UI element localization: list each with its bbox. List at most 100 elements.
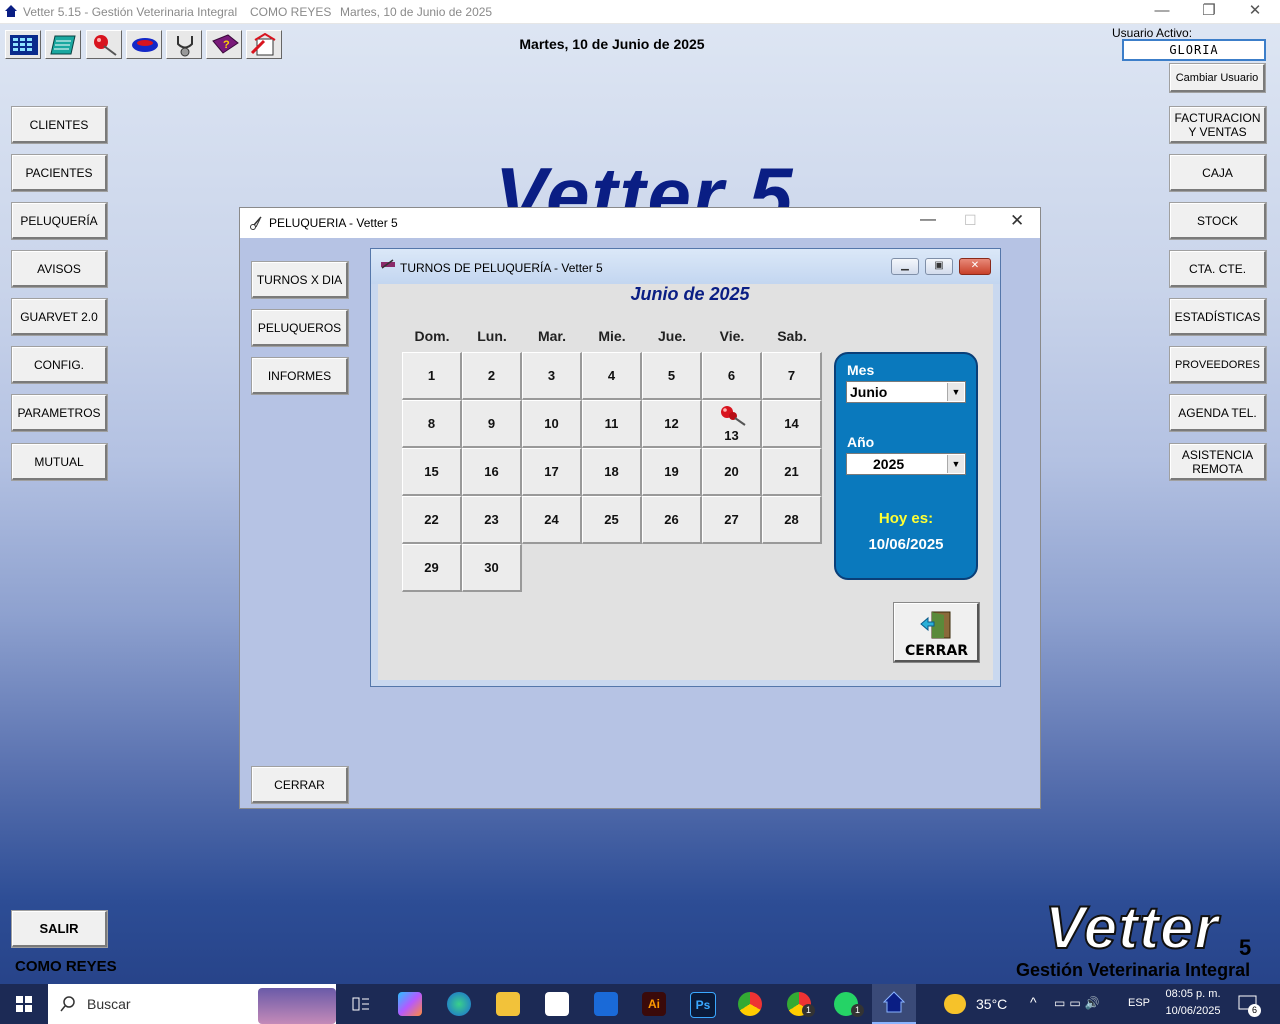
calendar-day-cell[interactable]: 24 xyxy=(522,496,582,544)
peluqueria-button[interactable]: PELUQUERÍA xyxy=(12,203,107,239)
minimize-icon[interactable]: — xyxy=(1139,0,1185,23)
calendar-day-cell[interactable]: 27 xyxy=(702,496,762,544)
calendar-day-cell[interactable]: 7 xyxy=(762,352,822,400)
mutual-button[interactable]: MUTUAL xyxy=(12,444,107,480)
facturacion-button[interactable]: FACTURACION Y VENTAS xyxy=(1170,107,1266,143)
calendar-day-cell[interactable]: 20 xyxy=(702,448,762,496)
anio-select[interactable]: 2025 ▼ xyxy=(846,453,966,475)
calendar-day-number: 21 xyxy=(784,464,799,479)
minimize-icon[interactable]: ▁ xyxy=(891,258,919,275)
clientes-button[interactable]: CLIENTES xyxy=(12,107,107,143)
turnos-x-dia-button[interactable]: TURNOS X DIA xyxy=(252,262,348,298)
exit-toolbar-button[interactable] xyxy=(246,30,282,59)
outlook-icon[interactable] xyxy=(594,992,618,1016)
photoshop-icon[interactable]: Ps xyxy=(690,992,716,1018)
cta-cte-button[interactable]: CTA. CTE. xyxy=(1170,251,1266,287)
edge-icon[interactable] xyxy=(447,992,471,1016)
calendar-day-cell[interactable]: 2 xyxy=(462,352,522,400)
peluqueros-button[interactable]: PELUQUEROS xyxy=(252,310,348,346)
chevron-down-icon[interactable]: ▼ xyxy=(947,383,964,401)
calendar-day-cell[interactable]: 16 xyxy=(462,448,522,496)
calendar-day-number: 29 xyxy=(424,560,439,575)
calendar-day-cell[interactable]: 17 xyxy=(522,448,582,496)
calendar-day-cell[interactable]: 12 xyxy=(642,400,702,448)
calendar-day-cell[interactable]: 14 xyxy=(762,400,822,448)
restore-icon[interactable]: ▣ xyxy=(925,258,953,275)
calendar-day-cell[interactable]: 1 xyxy=(402,352,462,400)
clock-date[interactable]: 10/06/2025 xyxy=(1160,1005,1226,1017)
file-explorer-icon[interactable] xyxy=(496,992,520,1016)
illustrator-icon[interactable]: Ai xyxy=(642,992,666,1016)
copilot-icon[interactable] xyxy=(398,992,422,1016)
close-icon[interactable]: ✕ xyxy=(959,258,991,275)
close-icon[interactable]: ✕ xyxy=(1232,0,1278,23)
salir-button[interactable]: SALIR xyxy=(12,911,107,947)
task-view-icon[interactable] xyxy=(352,996,370,1012)
help-book-toolbar-button[interactable]: ? xyxy=(206,30,242,59)
estadisticas-button[interactable]: ESTADÍSTICAS xyxy=(1170,299,1266,335)
calendar-day-cell[interactable]: 29 xyxy=(402,544,462,592)
avisos-button[interactable]: AVISOS xyxy=(12,251,107,287)
language-indicator[interactable]: ESP xyxy=(1128,997,1150,1009)
pacientes-button[interactable]: PACIENTES xyxy=(12,155,107,191)
calendar-day-number: 9 xyxy=(487,416,496,431)
calendar-day-cell[interactable]: 3 xyxy=(522,352,582,400)
store-icon[interactable] xyxy=(545,992,569,1016)
stethoscope-toolbar-button[interactable] xyxy=(166,30,202,59)
turnos-close-button[interactable]: CERRAR xyxy=(894,603,979,662)
calendar-day-cell[interactable]: 23 xyxy=(462,496,522,544)
change-user-button[interactable]: Cambiar Usuario xyxy=(1170,64,1265,92)
calendar-day-cell[interactable]: 28 xyxy=(762,496,822,544)
titlebar-branch: COMO REYES xyxy=(250,5,332,19)
chevron-down-icon[interactable]: ▼ xyxy=(947,455,964,473)
calculator-toolbar-button[interactable] xyxy=(5,30,41,59)
calendar-day-cell[interactable]: 18 xyxy=(582,448,642,496)
weekday-header: Sab. xyxy=(777,328,807,344)
notes-toolbar-button[interactable] xyxy=(45,30,81,59)
windows-start-icon[interactable] xyxy=(16,996,32,1012)
calendar-day-cell[interactable]: 19 xyxy=(642,448,702,496)
vetter-taskbar-button[interactable] xyxy=(872,984,916,1024)
peluqueria-close-button[interactable]: CERRAR xyxy=(252,767,348,803)
calendar-day-cell[interactable]: 11 xyxy=(582,400,642,448)
calendar-day-cell[interactable]: 6 xyxy=(702,352,762,400)
minimize-icon[interactable]: — xyxy=(920,211,936,229)
guarvet-button[interactable]: GUARVET 2.0 xyxy=(12,299,107,335)
calendar-day-cell[interactable]: 30 xyxy=(462,544,522,592)
asistencia-remota-button[interactable]: ASISTENCIA REMOTA xyxy=(1170,444,1266,480)
informes-button[interactable]: INFORMES xyxy=(252,358,348,394)
calendar-day-cell[interactable]: 21 xyxy=(762,448,822,496)
pet-bowl-toolbar-button[interactable] xyxy=(126,30,162,59)
calendar-day-cell[interactable]: 15 xyxy=(402,448,462,496)
hoy-value: 10/06/2025 xyxy=(868,536,944,553)
clock-time[interactable]: 08:05 p. m. xyxy=(1160,988,1226,1000)
taskbar-search-box[interactable]: Buscar xyxy=(48,984,336,1024)
calendar-day-cell[interactable]: 4 xyxy=(582,352,642,400)
proveedores-button[interactable]: PROVEEDORES xyxy=(1170,347,1266,383)
system-tray-icons[interactable]: ▭▭🔊 xyxy=(1054,996,1104,1010)
close-icon[interactable]: ✕ xyxy=(1010,211,1024,231)
agenda-tel-button[interactable]: AGENDA TEL. xyxy=(1170,395,1266,431)
calendar-day-number: 22 xyxy=(424,512,439,527)
calendar-day-cell[interactable]: 9 xyxy=(462,400,522,448)
restore-icon[interactable]: ❐ xyxy=(1186,0,1232,23)
config-button[interactable]: CONFIG. xyxy=(12,347,107,383)
weather-temp[interactable]: 35°C xyxy=(976,996,1007,1012)
calendar-day-cell[interactable]: 25 xyxy=(582,496,642,544)
stock-button[interactable]: STOCK xyxy=(1170,203,1266,239)
caja-button[interactable]: CAJA xyxy=(1170,155,1266,191)
calendar-day-cell[interactable]: 8 xyxy=(402,400,462,448)
calendar-day-cell[interactable]: 10 xyxy=(522,400,582,448)
help-book-icon: ? xyxy=(212,34,239,54)
parametros-button[interactable]: PARAMETROS xyxy=(12,395,107,431)
chrome-icon[interactable] xyxy=(738,992,762,1016)
calendar-day-cell[interactable]: 5 xyxy=(642,352,702,400)
calendar-day-cell[interactable]: 13 xyxy=(702,400,762,448)
weekday-header: Lun. xyxy=(477,328,507,344)
chevron-up-icon[interactable]: ^ xyxy=(1030,994,1037,1010)
calendar-day-cell[interactable]: 22 xyxy=(402,496,462,544)
weather-icon[interactable] xyxy=(944,994,966,1014)
calendar-day-cell[interactable]: 26 xyxy=(642,496,702,544)
pushpin-toolbar-button[interactable] xyxy=(86,30,122,59)
mes-select[interactable]: Junio ▼ xyxy=(846,381,966,403)
